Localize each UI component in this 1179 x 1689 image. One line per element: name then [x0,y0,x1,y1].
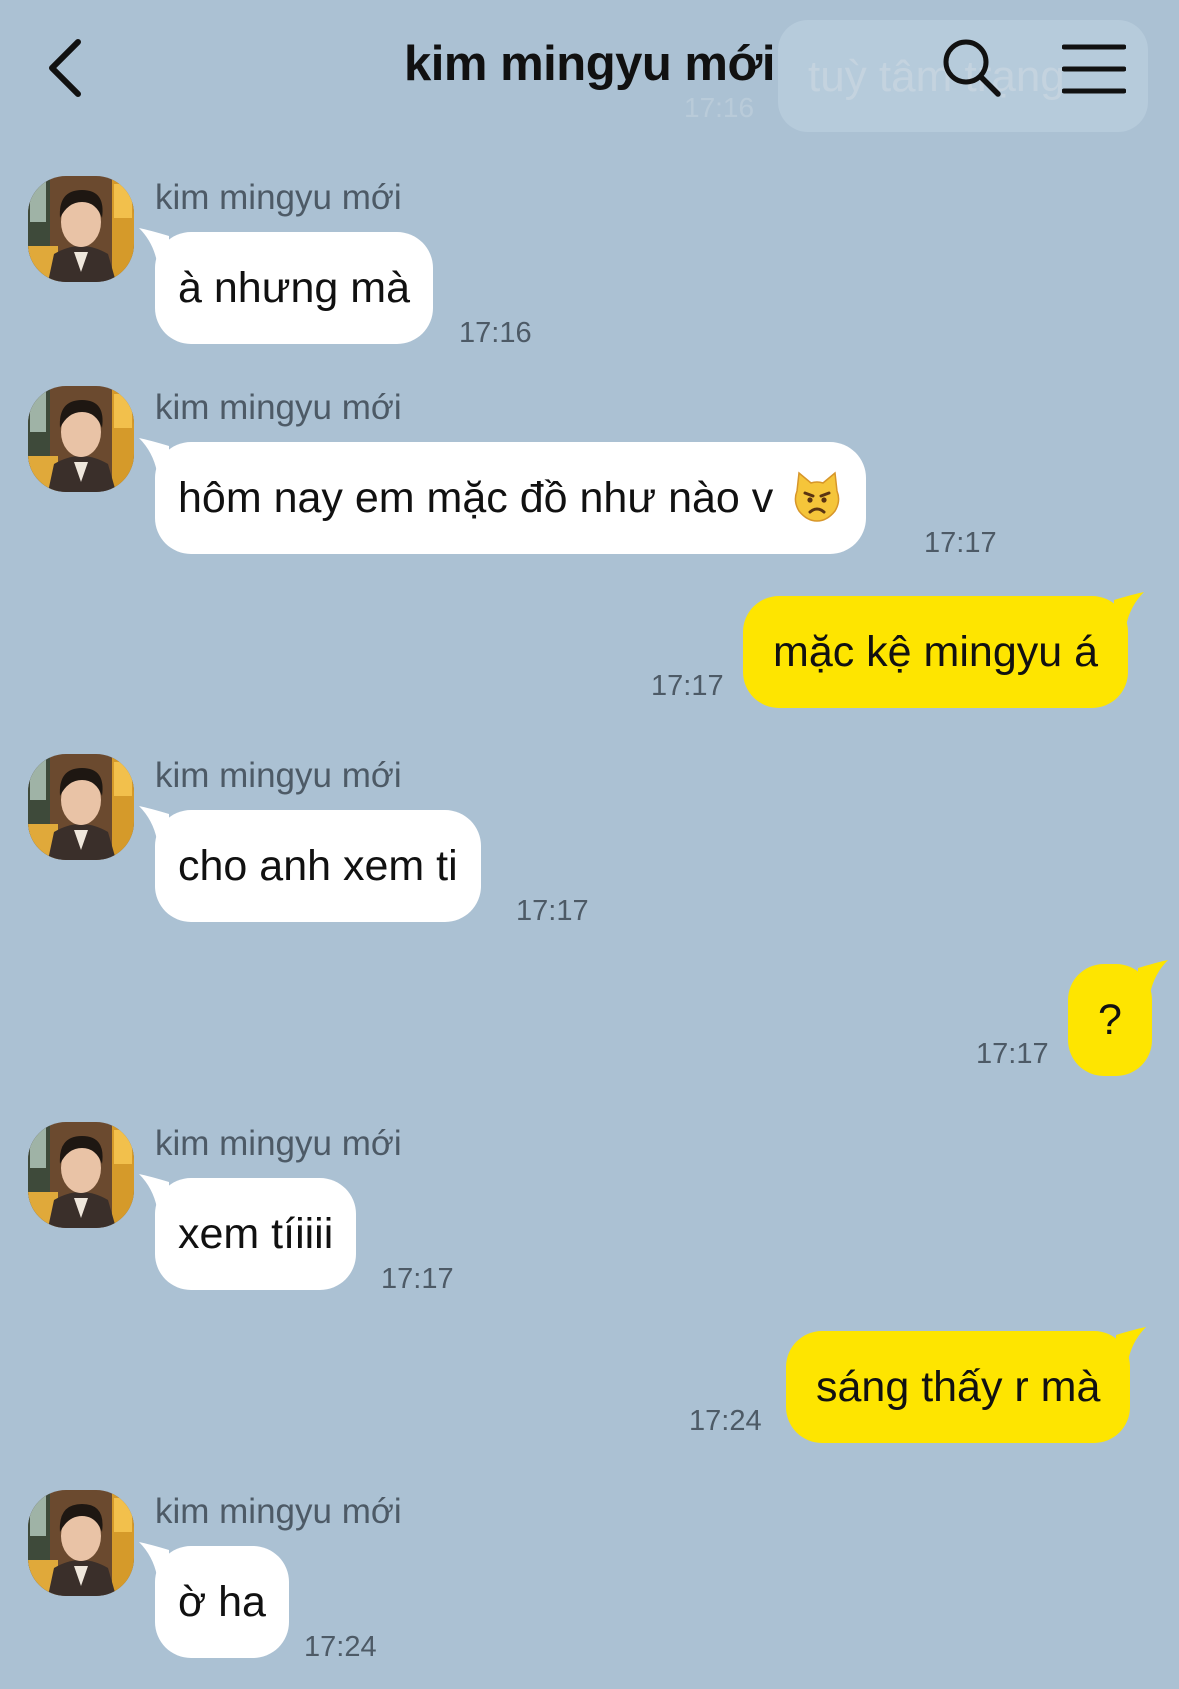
message-text: hôm nay em mặc đồ như nào v [178,474,774,522]
sender-name: kim mingyu mới [155,1492,402,1531]
message-text: sáng thấy r mà [816,1363,1101,1411]
message-time: 17:24 [304,1631,377,1663]
message-bubble[interactable]: hôm nay em mặc đồ như nào v [139,438,867,554]
message-bubble[interactable]: ? [1068,960,1168,1076]
message-text: ? [1098,996,1122,1044]
message-time: 17:16 [459,317,532,349]
message-bubble[interactable]: xem tíiiii [139,1174,357,1290]
message-time: 17:17 [976,1038,1049,1070]
message-text: xem tíiiii [178,1210,334,1258]
message-time: 17:17 [381,1263,454,1295]
chat-header: tuỳ tâm trạng 17:16 kim mingyu mới [0,0,1179,140]
sender-name: kim mingyu mới [155,178,402,217]
message-bubble[interactable]: ờ ha [139,1542,289,1658]
avatar[interactable] [28,754,134,860]
message-text: cho anh xem ti [178,842,458,890]
sender-name: kim mingyu mới [155,756,402,795]
search-icon[interactable] [940,36,1004,100]
message-bubble[interactable]: à nhưng mà [139,228,433,344]
message-text: ờ ha [178,1578,266,1626]
hamburger-menu-icon[interactable] [1062,42,1126,96]
avatar[interactable] [28,176,134,282]
notice-time-overlay: 17:16 [684,92,755,123]
pouting-cat-icon [794,471,840,522]
message-text: à nhưng mà [178,264,410,312]
sender-name: kim mingyu mới [155,388,402,427]
message-time: 17:17 [516,895,589,927]
message-time: 17:17 [651,670,724,702]
message-text: mặc kệ mingyu á [773,628,1099,676]
message-bubble[interactable]: sáng thấy r mà [786,1327,1147,1443]
sender-name: kim mingyu mới [155,1124,402,1163]
message-bubble[interactable]: mặc kệ mingyu á [743,592,1145,708]
avatar[interactable] [28,1122,134,1228]
avatar[interactable] [28,386,134,492]
avatar[interactable] [28,1490,134,1596]
message-bubble[interactable]: cho anh xem ti [139,806,481,922]
message-time: 17:24 [689,1405,762,1437]
message-time: 17:17 [924,527,997,559]
